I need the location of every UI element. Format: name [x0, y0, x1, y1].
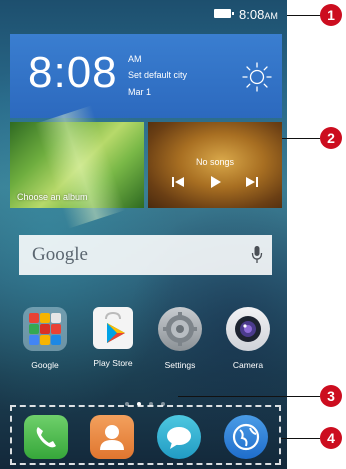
- status-bar: 8:08AM: [0, 0, 287, 28]
- google-search-bar[interactable]: Google: [19, 235, 272, 275]
- status-time: 8:08AM: [239, 7, 278, 22]
- messaging-app-icon[interactable]: [157, 415, 201, 459]
- clock-ampm: AM: [128, 54, 142, 64]
- contacts-app-icon[interactable]: [90, 415, 134, 459]
- app-label-play-store: Play Store: [93, 358, 133, 368]
- clock-city[interactable]: Set default city: [128, 70, 187, 80]
- play-store-icon: [93, 307, 133, 349]
- callout-line: [282, 138, 320, 139]
- app-camera[interactable]: Camera: [218, 307, 278, 370]
- weather-clock-widget[interactable]: 8:08 AM Set default city Mar 1: [10, 34, 282, 118]
- status-time-value: 8:08: [239, 7, 265, 22]
- status-ampm: AM: [264, 11, 278, 21]
- play-icon[interactable]: [207, 174, 223, 190]
- music-status: No songs: [195, 157, 235, 167]
- phone-home-screen: 8:08AM 8:08 AM Set default city Mar 1 Ch…: [0, 0, 287, 469]
- app-settings[interactable]: Settings: [150, 307, 210, 370]
- callout-line: [178, 396, 320, 397]
- callout-line: [281, 438, 320, 439]
- google-folder-icon: [23, 307, 67, 351]
- next-track-icon[interactable]: [244, 174, 260, 190]
- gear-icon: [158, 307, 202, 351]
- app-play-store[interactable]: Play Store: [83, 307, 143, 368]
- music-widget[interactable]: No songs: [148, 122, 282, 208]
- page-indicator: [125, 393, 173, 406]
- camera-icon: [226, 307, 270, 351]
- sun-icon: [242, 62, 272, 92]
- microphone-icon[interactable]: [251, 245, 263, 265]
- callout-line: [287, 15, 321, 16]
- app-google-folder[interactable]: Google: [15, 307, 75, 370]
- app-label-google: Google: [31, 360, 59, 370]
- callout-badge-1: 1: [320, 4, 342, 26]
- clock-date: Mar 1: [128, 87, 152, 97]
- music-controls: [170, 174, 260, 190]
- app-label-camera: Camera: [232, 360, 264, 370]
- app-label-settings: Settings: [164, 360, 196, 370]
- gallery-widget[interactable]: Choose an album: [10, 122, 144, 208]
- browser-app-icon[interactable]: [224, 415, 268, 459]
- callout-badge-2: 2: [320, 127, 342, 149]
- battery-icon: [214, 9, 234, 18]
- callout-badge-3: 3: [320, 385, 342, 407]
- previous-track-icon[interactable]: [170, 174, 186, 190]
- callout-badge-4: 4: [320, 427, 342, 449]
- gallery-label: Choose an album: [17, 192, 88, 202]
- dock: [10, 405, 281, 465]
- phone-app-icon[interactable]: [24, 415, 68, 459]
- google-search-logo: Google: [32, 244, 88, 265]
- clock-time: 8:08: [28, 48, 118, 97]
